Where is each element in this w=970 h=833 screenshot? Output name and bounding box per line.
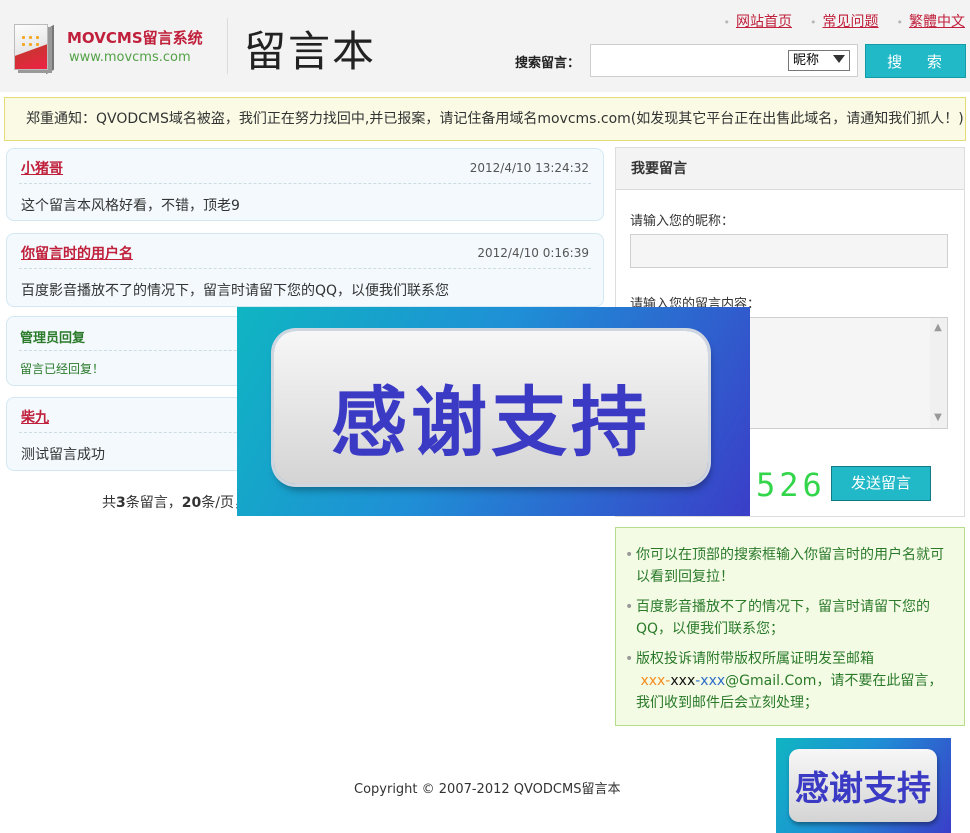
search-select-value: 昵称	[793, 53, 820, 68]
message-item: 你留言时的用户名 2012/4/10 0:16:39 百度影音播放不了的情况下，…	[6, 233, 604, 307]
nickname-label: 请输入您的昵称：	[630, 214, 735, 229]
chevron-down-icon	[833, 55, 845, 63]
captcha-image[interactable]: 526	[756, 466, 826, 504]
header-divider	[227, 18, 228, 74]
pagination-prefix: 共	[102, 495, 116, 511]
thanks-badge[interactable]: 感谢支持	[776, 738, 951, 833]
message-author[interactable]: 小猪哥	[21, 158, 63, 178]
scroll-down-icon[interactable]: ▼	[933, 413, 943, 423]
message-author[interactable]: 你留言时的用户名	[21, 243, 133, 263]
tip-text: 你可以在顶部的搜索框输入你留言时的用户名就可以看到回复拉！	[636, 547, 944, 585]
message-content: 百度影音播放不了的情况下，留言时请留下您的QQ，以便我们联系您	[21, 283, 450, 299]
message-time: 2012/4/10 0:16:39	[477, 246, 589, 260]
bullet-icon: •	[723, 16, 731, 29]
scroll-up-icon[interactable]: ▲	[933, 323, 943, 333]
thanks-banner[interactable]: 感谢支持	[237, 307, 750, 516]
form-heading: 我要留言	[616, 148, 964, 190]
brand-name[interactable]: MOVCMS留言系统	[67, 27, 203, 48]
nav-link-home[interactable]: 网站首页	[736, 14, 792, 30]
nav-link-faq[interactable]: 常见问题	[823, 14, 879, 30]
thanks-badge-plate: 感谢支持	[789, 749, 937, 822]
page-title: 留言本	[244, 27, 377, 76]
message-time: 2012/4/10 13:24:32	[469, 161, 589, 175]
thanks-badge-text: 感谢支持	[795, 769, 931, 809]
header: MOVCMS留言系统 www.movcms.com 留言本 • 网站首页 • 常见问…	[0, 0, 970, 92]
tips-box: • 你可以在顶部的搜索框输入你留言时的用户名就可以看到回复拉！ • 百度影音播放不了…	[615, 527, 965, 726]
brand-url[interactable]: www.movcms.com	[69, 50, 191, 65]
divider	[19, 183, 591, 184]
bullet-icon: •	[625, 599, 634, 615]
nav-item-traditional[interactable]: • 繁體中文	[897, 11, 966, 31]
reply-content: 留言已经回复！	[20, 362, 105, 376]
pagination-summary: 共3条留言，20条/页，	[102, 492, 248, 512]
bullet-icon: •	[896, 16, 904, 29]
pagination-total: 3	[116, 495, 126, 511]
pagination-mid: 条留言，	[125, 495, 182, 511]
thanks-banner-plate: 感谢支持	[274, 331, 708, 484]
search-label: 搜索留言：	[515, 56, 581, 71]
thanks-banner-text: 感谢支持	[331, 378, 651, 467]
pagination-per-page: 20	[181, 495, 202, 511]
tip-text: 百度影音播放不了的情况下，留言时请留下您的QQ，以便我们联系您；	[636, 599, 930, 637]
top-nav: • 网站首页 • 常见问题 • 繁體中文	[724, 11, 966, 31]
search-field-select[interactable]: 昵称	[788, 50, 850, 71]
nav-item-home[interactable]: • 网站首页	[724, 11, 793, 31]
message-content: 测试留言成功	[21, 447, 105, 463]
bullet-icon: •	[625, 547, 634, 563]
divider	[19, 268, 591, 269]
bullet-icon: •	[625, 651, 634, 667]
nav-link-traditional[interactable]: 繁體中文	[909, 14, 965, 30]
tip-text: 版权投诉请附带版权所属证明发至邮箱	[636, 651, 874, 667]
logo-box-icon[interactable]	[10, 18, 58, 76]
message-author[interactable]: 柴九	[21, 407, 49, 427]
message-item: 小猪哥 2012/4/10 13:24:32 这个留言本风格好看，不错，顶老9	[6, 148, 604, 221]
tip-item: • 版权投诉请附带版权所属证明发至邮箱 xxx-xxx-xxx@Gmail.Com…	[625, 648, 952, 714]
nickname-field[interactable]	[630, 234, 948, 268]
reply-title: 管理员回复	[20, 331, 86, 346]
copyright: Copyright © 2007-2012 QVODCMS留言本	[354, 782, 621, 797]
nav-item-faq[interactable]: • 常见问题	[810, 11, 879, 31]
bullet-icon: •	[810, 16, 817, 29]
message-content: 这个留言本风格好看，不错，顶老9	[21, 198, 240, 214]
tip-item: • 百度影音播放不了的情况下，留言时请留下您的QQ，以便我们联系您；	[625, 596, 952, 640]
notice-banner: 郑重通知：QVODCMS域名被盗，我们正在努力找回中,并已报案，请记住备用域名m…	[4, 97, 966, 141]
send-message-button[interactable]: 发送留言	[831, 466, 931, 501]
textarea-scrollbar[interactable]: ▲ ▼	[930, 318, 947, 428]
tip-item: • 你可以在顶部的搜索框输入你留言时的用户名就可以看到回复拉！	[625, 544, 952, 588]
search-button[interactable]: 搜 索	[865, 44, 966, 78]
email-address[interactable]: xxx-xxx-xxx@Gmail.Com	[636, 673, 816, 689]
